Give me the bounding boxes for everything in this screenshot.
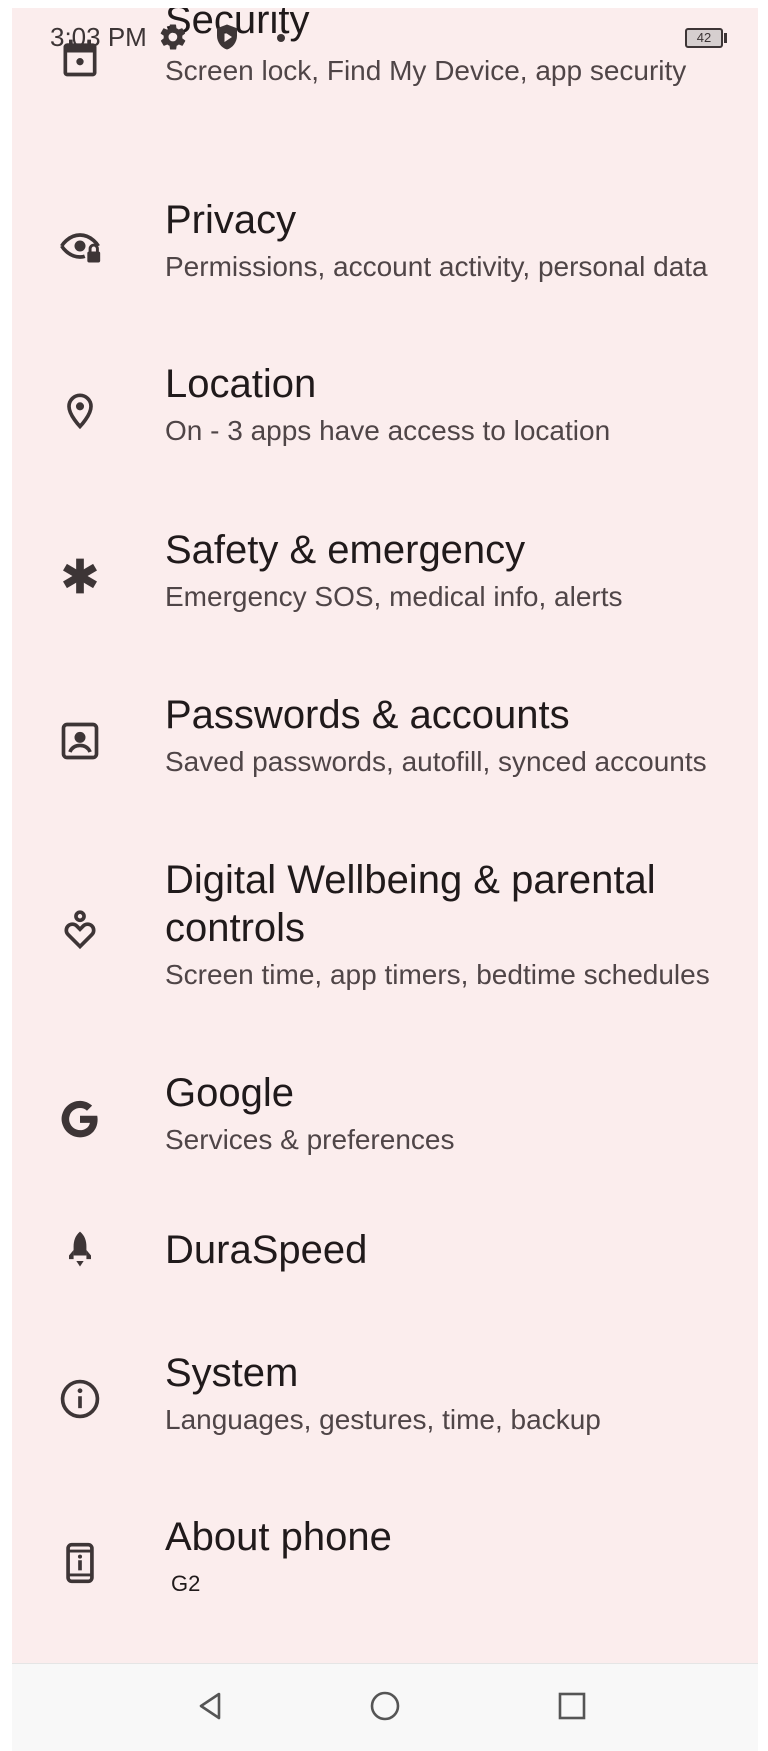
settings-item-subtitle: Services & preferences	[165, 1124, 455, 1155]
settings-item-digital-wellbeing[interactable]: Digital Wellbeing & parental controls Sc…	[12, 848, 758, 1058]
settings-item-title-line2: controls	[165, 906, 306, 950]
settings-item-title: DuraSpeed	[165, 1228, 368, 1272]
battery-level: 42	[696, 30, 712, 45]
settings-item-subtitle: Emergency SOS, medical info, alerts	[165, 581, 623, 612]
dot-icon	[277, 34, 285, 42]
battery-tip	[724, 33, 727, 43]
settings-item-title: Safety & emergency	[165, 528, 526, 572]
settings-screen: 3:03 PM 42 Security Screen lock, Find My…	[12, 8, 758, 1663]
settings-item-privacy[interactable]: Privacy Permissions, account activity, p…	[12, 188, 758, 348]
phone-info-icon	[56, 1539, 104, 1587]
settings-item-system[interactable]: System Languages, gestures, time, backup	[12, 1341, 758, 1501]
eye-lock-icon	[56, 222, 104, 270]
back-icon[interactable]	[191, 1686, 231, 1726]
settings-item-title: About phone	[165, 1515, 392, 1559]
settings-item-subtitle: Languages, gestures, time, backup	[165, 1404, 601, 1435]
rocket-icon	[56, 1226, 104, 1274]
account-box-icon	[56, 717, 104, 765]
asterisk-icon	[56, 552, 104, 600]
recents-icon[interactable]	[552, 1686, 592, 1726]
settings-item-title: System	[165, 1351, 299, 1395]
settings-item-title-line1: Digital Wellbeing & parental	[165, 858, 656, 902]
wellbeing-heart-icon	[56, 906, 104, 954]
settings-item-about-phone[interactable]: About phone G2	[12, 1505, 758, 1663]
google-g-icon	[56, 1095, 104, 1143]
battery-icon: 42	[685, 28, 723, 48]
settings-item-subtitle: G2	[171, 1571, 201, 1596]
info-icon	[56, 1375, 104, 1423]
settings-item-google[interactable]: Google Services & preferences	[12, 1061, 758, 1221]
settings-item-subtitle: Screen time, app timers, bedtime schedul…	[165, 959, 710, 990]
navigation-bar	[12, 1663, 758, 1751]
settings-item-title: Passwords & accounts	[165, 693, 570, 737]
location-pin-icon	[56, 386, 104, 434]
settings-item-title: Privacy	[165, 198, 297, 242]
settings-item-subtitle: On - 3 apps have access to location	[165, 415, 611, 446]
settings-item-location[interactable]: Location On - 3 apps have access to loca…	[12, 352, 758, 512]
status-bar: 3:03 PM 42	[12, 8, 758, 64]
settings-item-safety-emergency[interactable]: Safety & emergency Emergency SOS, medica…	[12, 518, 758, 678]
shield-play-icon	[212, 22, 242, 52]
settings-item-duraspeed[interactable]: DuraSpeed	[12, 1218, 758, 1328]
settings-item-title: Google	[165, 1071, 294, 1115]
status-time: 3:03 PM	[50, 22, 147, 52]
gear-icon	[158, 22, 188, 52]
settings-item-subtitle: Saved passwords, autofill, synced accoun…	[165, 746, 707, 777]
settings-item-title: Location	[165, 362, 317, 406]
home-icon[interactable]	[365, 1686, 405, 1726]
settings-item-subtitle: Permissions, account activity, personal …	[165, 251, 708, 282]
settings-item-passwords-accounts[interactable]: Passwords & accounts Saved passwords, au…	[12, 683, 758, 843]
